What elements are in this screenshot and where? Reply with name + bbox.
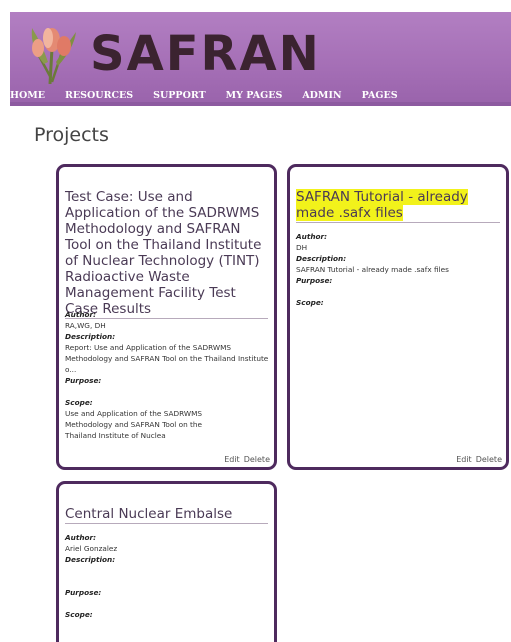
delete-link[interactable]: Delete <box>244 455 270 464</box>
description-value <box>65 565 270 587</box>
author-label: Author: <box>296 232 328 241</box>
scope-label: Scope: <box>65 610 93 619</box>
scope-value: Use and Application of the SADRWMS Metho… <box>65 409 203 440</box>
author-value: Ariel Gonzalez <box>65 544 118 553</box>
purpose-value <box>296 286 502 297</box>
description-value: Report: Use and Application of the SADRW… <box>65 343 269 374</box>
description-value: SAFRAN Tutorial - already made .safx fil… <box>296 265 449 274</box>
project-meta: Author: DH Description: SAFRAN Tutorial … <box>296 231 502 308</box>
description-label: Description: <box>65 332 116 341</box>
author-label: Author: <box>65 533 97 542</box>
card-actions: Edit Delete <box>220 455 270 464</box>
purpose-label: Purpose: <box>65 376 102 385</box>
nav-admin[interactable]: ADMIN <box>302 88 341 104</box>
tulip-logo-icon <box>31 28 76 84</box>
highlighted-title: SAFRAN Tutorial - already made .safx fil… <box>296 189 468 221</box>
nav-home[interactable]: HOME <box>10 88 45 104</box>
author-label: Author: <box>65 310 97 319</box>
author-value: DH <box>296 243 308 252</box>
description-label: Description: <box>296 254 347 263</box>
page-title: Projects <box>34 124 109 146</box>
site-logo-text[interactable]: SAFRAN <box>90 24 321 84</box>
project-title[interactable]: Central Nuclear Embalse <box>65 506 268 524</box>
nav-pages[interactable]: PAGES <box>362 88 398 104</box>
project-title[interactable]: SAFRAN Tutorial - already made .safx fil… <box>296 189 500 223</box>
nav-support[interactable]: SUPPORT <box>153 88 206 104</box>
purpose-label: Purpose: <box>65 588 102 597</box>
project-meta: Author: Ariel Gonzalez Description: Purp… <box>65 532 270 620</box>
site-header: SAFRAN HOME RESOURCES SUPPORT MY PAGES A… <box>10 12 511 106</box>
main-nav: HOME RESOURCES SUPPORT MY PAGES ADMIN PA… <box>10 88 408 104</box>
project-card: Central Nuclear Embalse Author: Ariel Go… <box>56 481 277 642</box>
nav-resources[interactable]: RESOURCES <box>65 88 133 104</box>
project-card: Test Case: Use and Application of the SA… <box>56 164 277 470</box>
purpose-value <box>65 386 270 397</box>
author-value: RA,WG, DH <box>65 321 106 330</box>
purpose-label: Purpose: <box>296 276 333 285</box>
nav-my-pages[interactable]: MY PAGES <box>226 88 283 104</box>
delete-link[interactable]: Delete <box>476 455 502 464</box>
edit-link[interactable]: Edit <box>224 455 240 464</box>
project-meta: Author: RA,WG, DH Description: Report: U… <box>65 309 270 441</box>
card-actions: Edit Delete <box>452 455 502 464</box>
project-card: SAFRAN Tutorial - already made .safx fil… <box>287 164 509 470</box>
description-label: Description: <box>65 555 116 564</box>
purpose-value <box>65 598 270 609</box>
scope-label: Scope: <box>296 298 324 307</box>
edit-link[interactable]: Edit <box>456 455 472 464</box>
project-title[interactable]: Test Case: Use and Application of the SA… <box>65 189 268 319</box>
scope-label: Scope: <box>65 398 93 407</box>
